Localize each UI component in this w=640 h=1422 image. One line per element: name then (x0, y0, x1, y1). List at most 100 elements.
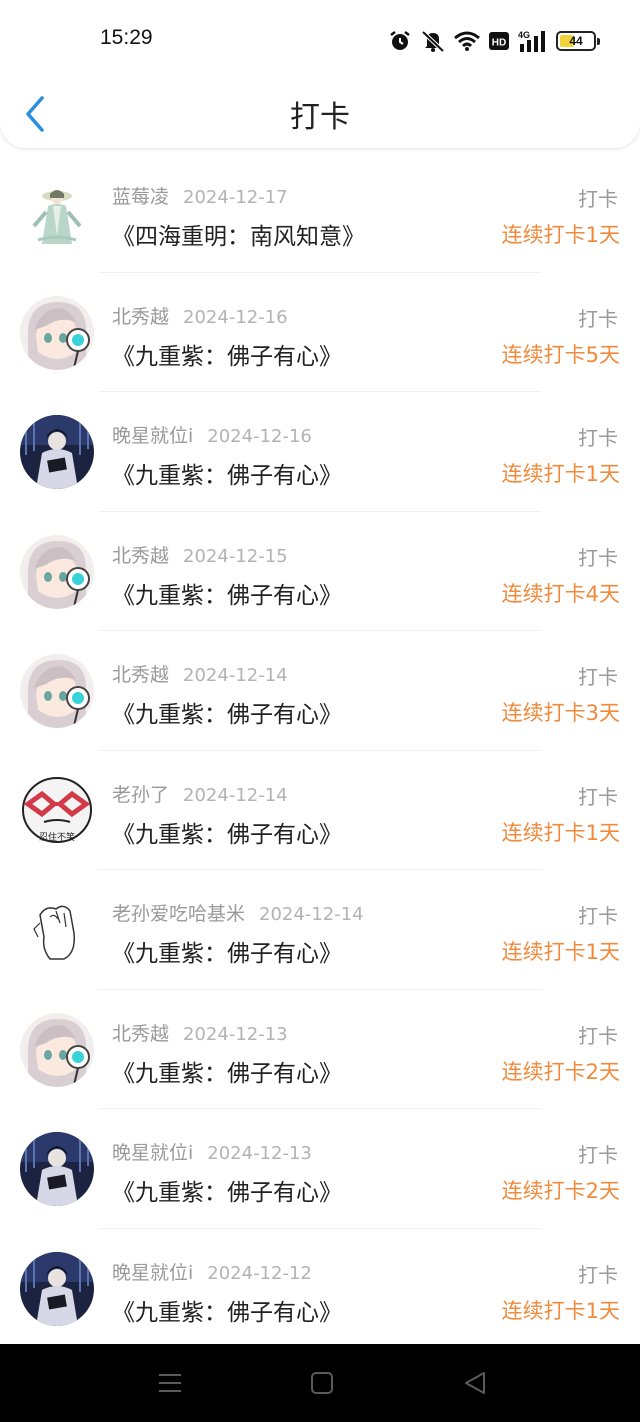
dark-reader-avatar-image (20, 1251, 94, 1326)
row-meta: 北秀越 2024-12-15 (112, 541, 288, 568)
username[interactable]: 晚星就位i (112, 425, 193, 447)
row-meta: 北秀越 2024-12-13 (112, 1019, 288, 1046)
user-avatar[interactable] (20, 295, 94, 370)
checkin-tag: 打卡 (578, 426, 618, 450)
home-square-icon (311, 1372, 333, 1394)
system-navigation-bar (0, 1344, 640, 1422)
book-title[interactable]: 《九重紫：佛子有心》 (112, 934, 342, 968)
checkin-date: 2024-12-16 (207, 426, 312, 447)
checkin-tag: 打卡 (578, 1262, 618, 1287)
checkin-date: 2024-12-16 (183, 306, 288, 328)
hd-icon: HD (489, 32, 509, 50)
row-meta: 晚星就位i 2024-12-13 (112, 1138, 312, 1165)
checkin-row[interactable]: 晚星就位i 2024-12-13 《九重紫：佛子有心》 打卡 连续打卡2天 (0, 1109, 640, 1229)
cellular-signal-icon: 4G (518, 30, 545, 52)
username[interactable]: 北秀越 (112, 1023, 169, 1045)
back-nav-button[interactable] (460, 1368, 490, 1398)
user-avatar[interactable] (20, 1012, 94, 1087)
checkin-row[interactable]: 晚星就位i 2024-12-12 《九重紫：佛子有心》 打卡 连续打卡1天 (0, 1229, 640, 1349)
status-icons: HD 4G 44 (388, 27, 600, 55)
user-avatar[interactable] (20, 176, 94, 250)
streak-label: 连续打卡1天 (501, 940, 620, 964)
book-title[interactable]: 《九重紫：佛子有心》 (112, 576, 342, 610)
username[interactable]: 蓝莓凌 (112, 186, 169, 208)
checkin-row[interactable]: 北秀越 2024-12-15 《九重紫：佛子有心》 打卡 连续打卡4天 (0, 512, 640, 632)
alarm-icon (390, 31, 410, 50)
checkin-date: 2024-12-14 (259, 904, 364, 925)
menu-nav-button[interactable] (155, 1368, 185, 1398)
hd-label: HD (492, 38, 506, 49)
anime-headphones-avatar-image (20, 1012, 94, 1087)
row-meta: 老孙了 2024-12-14 (112, 780, 288, 807)
checkin-list: 蓝莓凌 2024-12-17 《四海重明：南风知意》 打卡 连续打卡1天 北秀越 2… (0, 153, 640, 1348)
row-meta: 蓝莓凌 2024-12-17 (112, 182, 288, 209)
dark-reader-avatar-image (20, 1132, 94, 1206)
battery-icon: 44 (556, 31, 600, 51)
user-avatar[interactable] (20, 1132, 94, 1206)
checkin-tag: 打卡 (578, 306, 618, 331)
username[interactable]: 老孙了 (112, 784, 169, 806)
network-type: 4G (518, 30, 530, 40)
checkin-tag: 打卡 (578, 665, 618, 689)
checkin-row[interactable]: 晚星就位i 2024-12-16 《九重紫：佛子有心》 打卡 连续打卡1天 (0, 392, 640, 512)
username[interactable]: 老孙爱吃哈基米 (112, 903, 245, 925)
battery-level: 44 (569, 34, 583, 48)
mute-bell-icon (421, 30, 445, 53)
status-time: 15:29 (100, 26, 153, 49)
checkin-tag: 打卡 (578, 545, 618, 570)
checkin-date: 2024-12-14 (183, 665, 288, 686)
row-meta: 晚星就位i 2024-12-16 (112, 421, 312, 448)
checkin-tag: 打卡 (578, 784, 618, 809)
user-avatar[interactable] (20, 415, 94, 489)
book-title[interactable]: 《九重紫：佛子有心》 (112, 695, 342, 729)
row-meta: 北秀越 2024-12-14 (112, 660, 288, 687)
streak-label: 连续打卡2天 (501, 1179, 620, 1203)
top-header: 15:29 HD 4G 44 打卡 (0, 0, 640, 148)
checkin-date: 2024-12-12 (207, 1262, 312, 1284)
username[interactable]: 北秀越 (112, 545, 169, 567)
anime-headphones-avatar-image (20, 295, 94, 370)
ancient-figure-avatar-image (20, 176, 94, 250)
streak-label: 连续打卡3天 (501, 701, 620, 725)
row-meta: 老孙爱吃哈基米 2024-12-14 (112, 899, 364, 926)
checkin-row[interactable]: 老孙爱吃哈基米 2024-12-14 《九重紫：佛子有心》 打卡 连续打卡1天 (0, 870, 640, 990)
wifi-icon (454, 31, 480, 51)
checkin-date: 2024-12-14 (183, 784, 288, 806)
checkin-row[interactable]: 蓝莓凌 2024-12-17 《四海重明：南风知意》 打卡 连续打卡1天 (0, 153, 640, 273)
checkin-row[interactable]: 忍住不笑 老孙了 2024-12-14 《九重紫：佛子有心》 打卡 连续打卡1天 (0, 751, 640, 871)
book-title[interactable]: 《九重紫：佛子有心》 (112, 456, 342, 490)
streak-label: 连续打卡1天 (501, 462, 620, 486)
book-title[interactable]: 《九重紫：佛子有心》 (112, 1173, 342, 1207)
book-title[interactable]: 《九重紫：佛子有心》 (112, 1054, 342, 1088)
checkin-tag: 打卡 (578, 1143, 618, 1167)
user-avatar[interactable] (20, 893, 94, 967)
user-avatar[interactable] (20, 1251, 94, 1326)
streak-label: 连续打卡1天 (501, 820, 620, 845)
checkin-date: 2024-12-15 (183, 545, 288, 567)
user-avatar[interactable]: 忍住不笑 (20, 773, 94, 848)
book-title[interactable]: 《四海重明：南风知意》 (112, 217, 365, 251)
checkin-row[interactable]: 北秀越 2024-12-14 《九重紫：佛子有心》 打卡 连续打卡3天 (0, 631, 640, 751)
username[interactable]: 北秀越 (112, 306, 169, 328)
checkin-tag: 打卡 (578, 187, 618, 211)
user-avatar[interactable] (20, 534, 94, 609)
username[interactable]: 晚星就位i (112, 1142, 193, 1164)
checkin-row[interactable]: 北秀越 2024-12-13 《九重紫：佛子有心》 打卡 连续打卡2天 (0, 990, 640, 1110)
page-title: 打卡 (290, 100, 350, 135)
username[interactable]: 北秀越 (112, 664, 169, 686)
username[interactable]: 晚星就位i (112, 1262, 193, 1284)
book-title[interactable]: 《九重紫：佛子有心》 (112, 815, 342, 849)
book-title[interactable]: 《九重紫：佛子有心》 (112, 337, 342, 371)
checkin-tag: 打卡 (578, 904, 618, 928)
checkin-date: 2024-12-17 (183, 187, 288, 208)
streak-label: 连续打卡1天 (501, 223, 620, 247)
streak-label: 连续打卡4天 (501, 581, 620, 606)
row-meta: 晚星就位i 2024-12-12 (112, 1258, 312, 1285)
book-title[interactable]: 《九重紫：佛子有心》 (112, 1293, 342, 1327)
sketch-hand-avatar-image (20, 893, 94, 967)
user-avatar[interactable] (20, 654, 94, 728)
streak-label: 连续打卡2天 (501, 1059, 620, 1084)
home-nav-button[interactable] (307, 1368, 337, 1398)
dark-reader-avatar-image (20, 415, 94, 489)
checkin-row[interactable]: 北秀越 2024-12-16 《九重紫：佛子有心》 打卡 连续打卡5天 (0, 273, 640, 393)
